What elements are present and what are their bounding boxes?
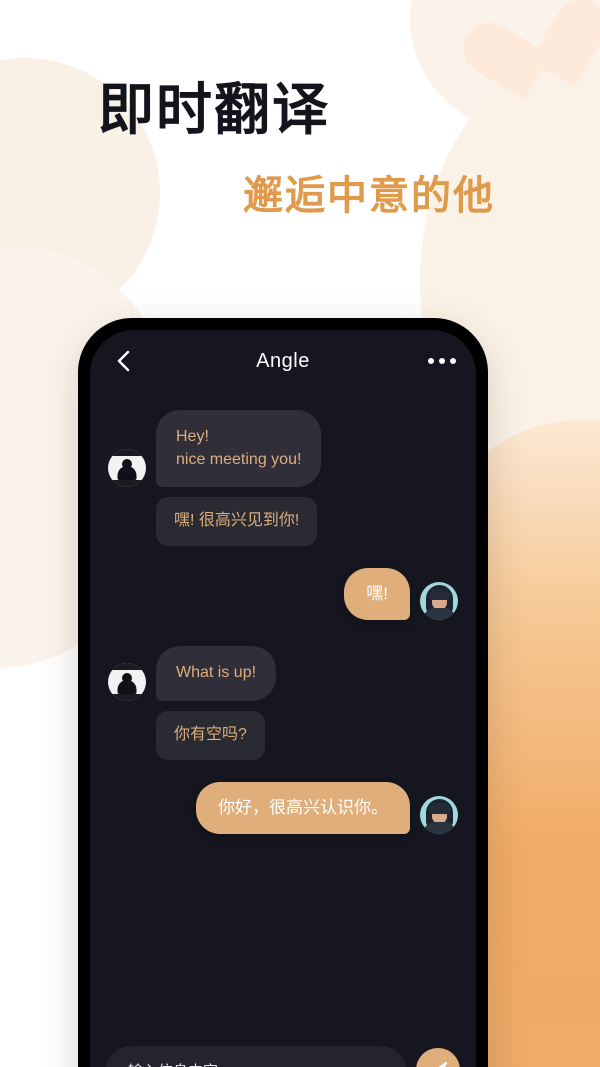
message-bubble[interactable]: 你好，很高兴认识你。 <box>196 781 410 834</box>
more-options-button[interactable] <box>428 358 456 364</box>
page-title: 即时翻译 <box>98 78 330 141</box>
translation-bubble[interactable]: 你有空吗? <box>156 711 265 760</box>
contact-avatar[interactable] <box>108 449 146 488</box>
avatar-silhouette-body <box>117 680 137 694</box>
message-row-outgoing: 嘿! <box>108 568 458 621</box>
avatar-photo-shoulder <box>423 821 456 834</box>
avatar-silhouette-body <box>117 466 137 481</box>
phone-mockup: Angle Hey! nice meeting you! 嘿! 很高兴见到你! … <box>78 318 488 1067</box>
more-dot <box>439 358 445 364</box>
promo-poster: 即时翻译 邂逅中意的他 Angle Hey! nice meeting you!… <box>0 0 600 1067</box>
page-subtitle: 邂逅中意的他 <box>243 174 495 218</box>
chat-title: Angle <box>256 349 310 372</box>
contact-avatar[interactable] <box>108 663 146 701</box>
chat-thread[interactable]: Hey! nice meeting you! 嘿! 很高兴见到你! 嘿! Wha… <box>90 392 476 1036</box>
message-text-line: nice meeting you! <box>176 450 302 468</box>
message-bubble[interactable]: 嘿! <box>344 568 410 621</box>
message-bubble[interactable]: Hey! nice meeting you! <box>156 410 322 488</box>
send-paper-plane-icon <box>438 1061 448 1067</box>
message-text-line: Hey! <box>176 428 209 445</box>
send-button[interactable] <box>416 1048 460 1067</box>
message-bubble[interactable]: What is up! <box>156 646 277 701</box>
avatar-band-top <box>108 663 146 670</box>
avatar-photo-shoulder <box>423 608 456 621</box>
more-dot <box>450 358 456 364</box>
message-row-outgoing: 你好，很高兴认识你。 <box>108 781 458 834</box>
message-row-incoming: What is up! <box>108 646 458 701</box>
translation-row: 你有空吗? <box>108 711 458 760</box>
back-button[interactable] <box>110 348 136 374</box>
chat-navbar: Angle <box>90 330 476 392</box>
avatar-band-bottom <box>108 480 146 488</box>
more-dot <box>428 358 434 364</box>
avatar-band-top <box>108 449 146 457</box>
translation-row: 嘿! 很高兴见到你! <box>108 497 458 547</box>
avatar-band-bottom <box>108 694 146 701</box>
user-avatar[interactable] <box>420 582 458 621</box>
avatar-photo-fringe <box>429 589 450 601</box>
phone-screen: Angle Hey! nice meeting you! 嘿! 很高兴见到你! … <box>90 330 476 1067</box>
user-avatar[interactable] <box>420 795 458 834</box>
avatar-photo-fringe <box>429 802 450 814</box>
translation-bubble[interactable]: 嘿! 很高兴见到你! <box>156 497 318 547</box>
message-input-bar: 输入信息内容 <box>90 1036 476 1067</box>
chevron-left-icon <box>117 350 130 372</box>
message-row-incoming: Hey! nice meeting you! <box>108 410 458 488</box>
message-input[interactable]: 输入信息内容 <box>106 1046 406 1067</box>
